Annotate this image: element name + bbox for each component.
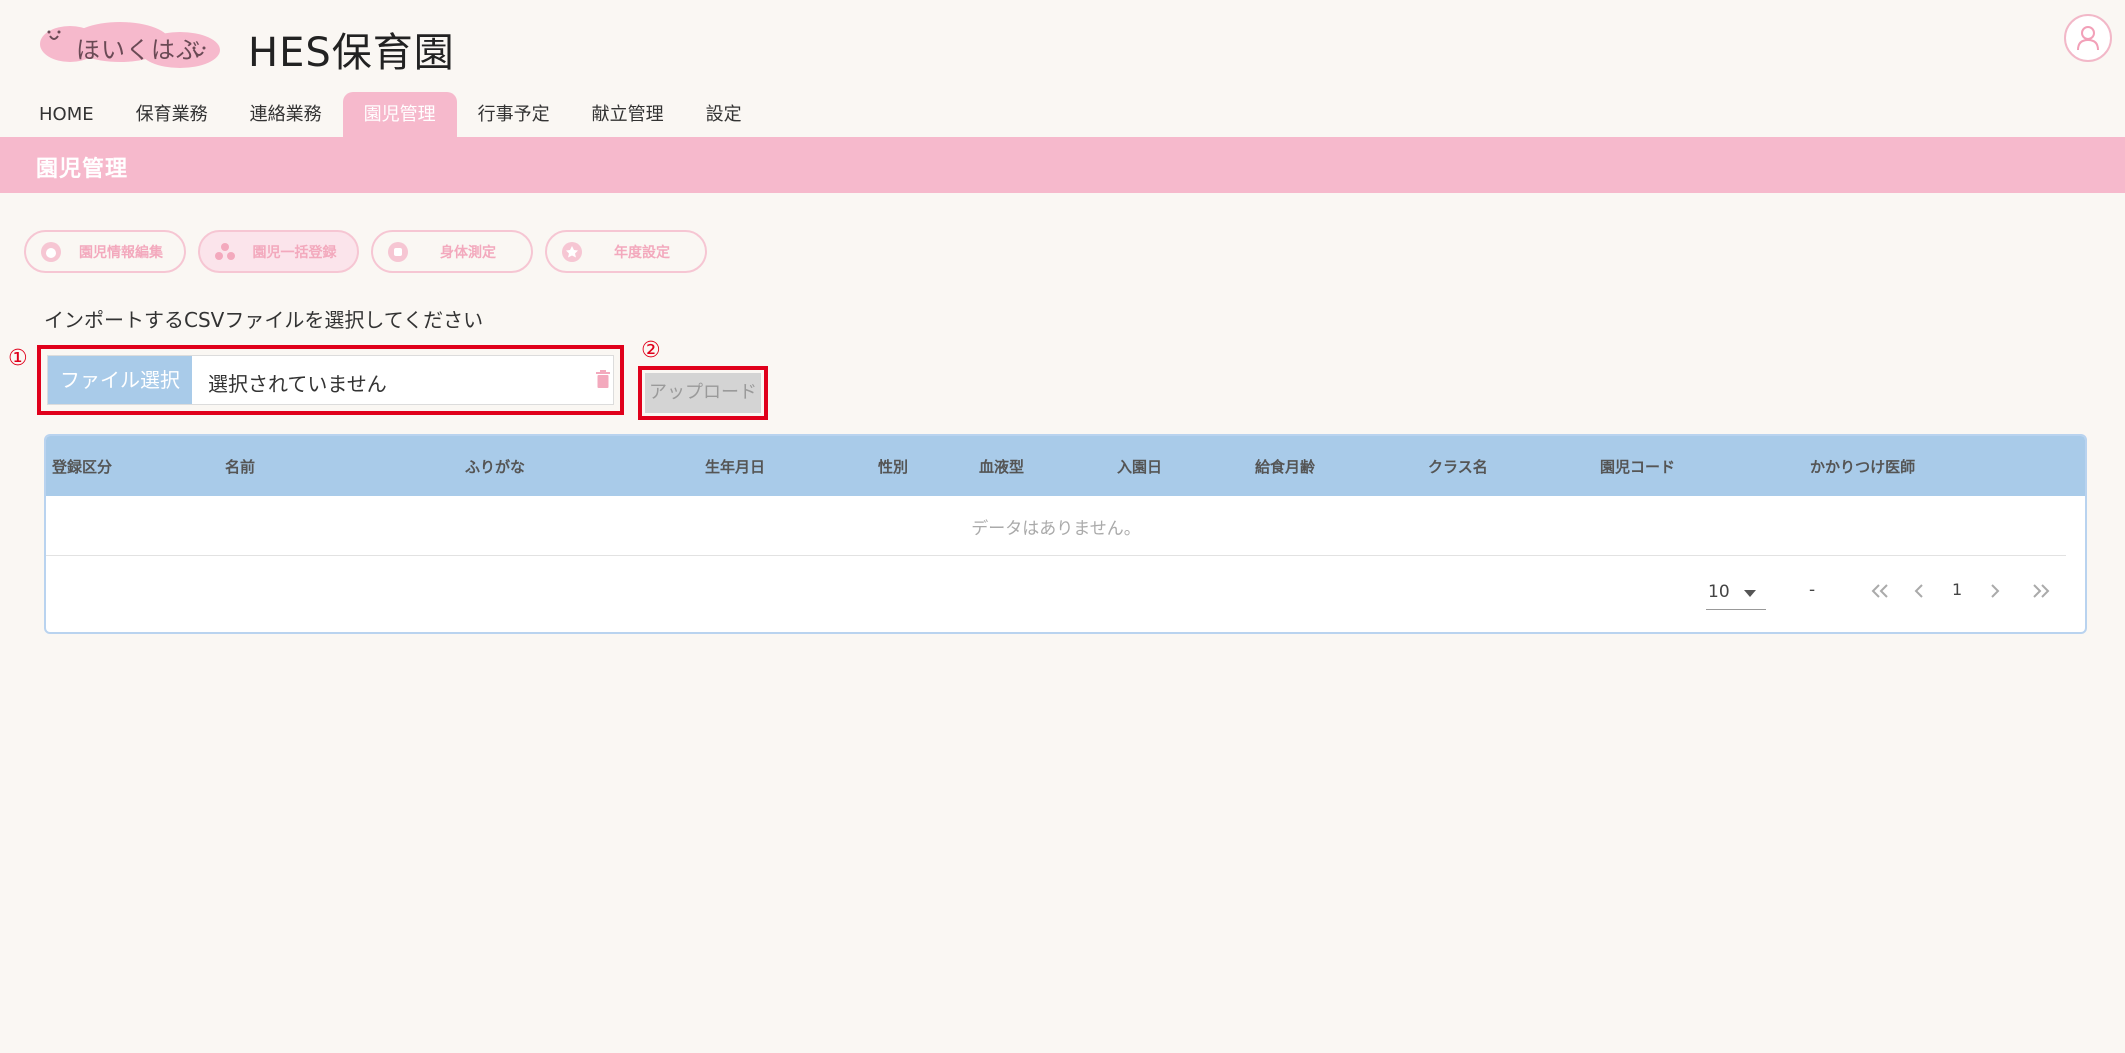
column-header[interactable]: 給食月齢 <box>1255 456 1315 477</box>
section-title: 園児管理 <box>36 157 129 182</box>
nav-events[interactable]: 行事予定 <box>457 92 571 137</box>
logo-text: ほいくはぶ <box>76 36 201 64</box>
edit-child-info-label: 園児情報編集 <box>79 244 163 261</box>
logo[interactable]: ほいくはぶ <box>40 22 222 70</box>
body-measurement-button[interactable]: 身体測定 <box>371 230 533 273</box>
column-header[interactable]: 登録区分 <box>52 456 112 477</box>
file-select-button[interactable]: ファイル選択 <box>48 356 192 404</box>
column-header[interactable]: ふりがな <box>465 456 525 477</box>
table-row: データはありません。 <box>46 496 2066 556</box>
main-nav: HOME 保育業務 連絡業務 園児管理 行事予定 献立管理 設定 <box>18 92 763 137</box>
site-title: HES保育園 <box>248 30 455 76</box>
user-avatar-button[interactable] <box>2064 14 2112 62</box>
column-header[interactable]: 園児コード <box>1600 456 1675 477</box>
column-header[interactable]: 名前 <box>225 456 255 477</box>
edit-child-info-button[interactable]: 園児情報編集 <box>24 230 186 273</box>
body-measurement-label: 身体測定 <box>440 244 496 261</box>
file-select-highlight: ファイル選択 選択されていません <box>37 345 624 415</box>
user-icon <box>2077 26 2099 51</box>
empty-message: データはありません。 <box>971 519 1141 539</box>
section-band: 園児管理 <box>0 137 2125 193</box>
annotation-marker-2: ② <box>641 338 661 363</box>
nav-menu[interactable]: 献立管理 <box>571 92 685 137</box>
action-bar: 園児情報編集 園児一括登録 身体測定 年度設定 <box>24 230 707 273</box>
file-input[interactable]: ファイル選択 選択されていません <box>47 355 614 405</box>
annotation-marker-1: ① <box>8 346 28 371</box>
selected-file-name: 選択されていません <box>208 372 387 396</box>
import-table: 登録区分 名前 ふりがな 生年月日 性別 血液型 入園日 給食月齢 クラス名 園… <box>44 434 2087 634</box>
column-header[interactable]: 生年月日 <box>705 456 765 477</box>
nav-home[interactable]: HOME <box>18 92 115 137</box>
children-group-icon <box>215 242 235 260</box>
nav-childcare[interactable]: 保育業務 <box>115 92 229 137</box>
year-setting-label: 年度設定 <box>614 244 670 261</box>
column-header[interactable]: かかりつけ医師 <box>1810 456 1915 477</box>
table-header: 登録区分 名前 ふりがな 生年月日 性別 血液型 入園日 給食月齢 クラス名 園… <box>46 436 2085 496</box>
scale-icon <box>388 241 408 262</box>
column-header[interactable]: 入園日 <box>1117 456 1162 477</box>
first-page-icon[interactable] <box>1871 584 1889 598</box>
upload-button[interactable]: アップロード <box>645 373 761 413</box>
bulk-register-label: 園児一括登録 <box>252 244 337 261</box>
app-header: ほいくはぶ HES保育園 <box>0 0 2125 92</box>
column-header[interactable]: 血液型 <box>979 456 1024 477</box>
last-page-icon[interactable] <box>2032 584 2050 598</box>
nav-contact[interactable]: 連絡業務 <box>229 92 343 137</box>
prev-page-icon[interactable] <box>1914 584 1924 598</box>
child-face-icon <box>41 241 61 262</box>
nav-settings[interactable]: 設定 <box>685 92 763 137</box>
year-setting-button[interactable]: 年度設定 <box>545 230 707 273</box>
rows-per-page-value: 10 <box>1708 582 1730 602</box>
import-instruction: インポートするCSVファイルを選択してください <box>44 308 484 332</box>
current-page: 1 <box>1952 580 1963 599</box>
trash-icon[interactable] <box>596 370 610 388</box>
caret-down-icon <box>1744 590 1756 597</box>
upload-highlight: アップロード <box>638 366 768 420</box>
rows-per-page-select[interactable]: 10 <box>1706 580 1766 610</box>
bulk-register-button[interactable]: 園児一括登録 <box>198 230 359 273</box>
next-page-icon[interactable] <box>1990 584 2000 598</box>
column-header[interactable]: クラス名 <box>1428 456 1488 477</box>
star-badge-icon <box>562 241 582 262</box>
pagination: 10 - 1 <box>46 556 2085 632</box>
nav-children-management[interactable]: 園児管理 <box>342 92 457 137</box>
column-header[interactable]: 性別 <box>878 456 908 477</box>
page-range: - <box>1809 580 1816 600</box>
